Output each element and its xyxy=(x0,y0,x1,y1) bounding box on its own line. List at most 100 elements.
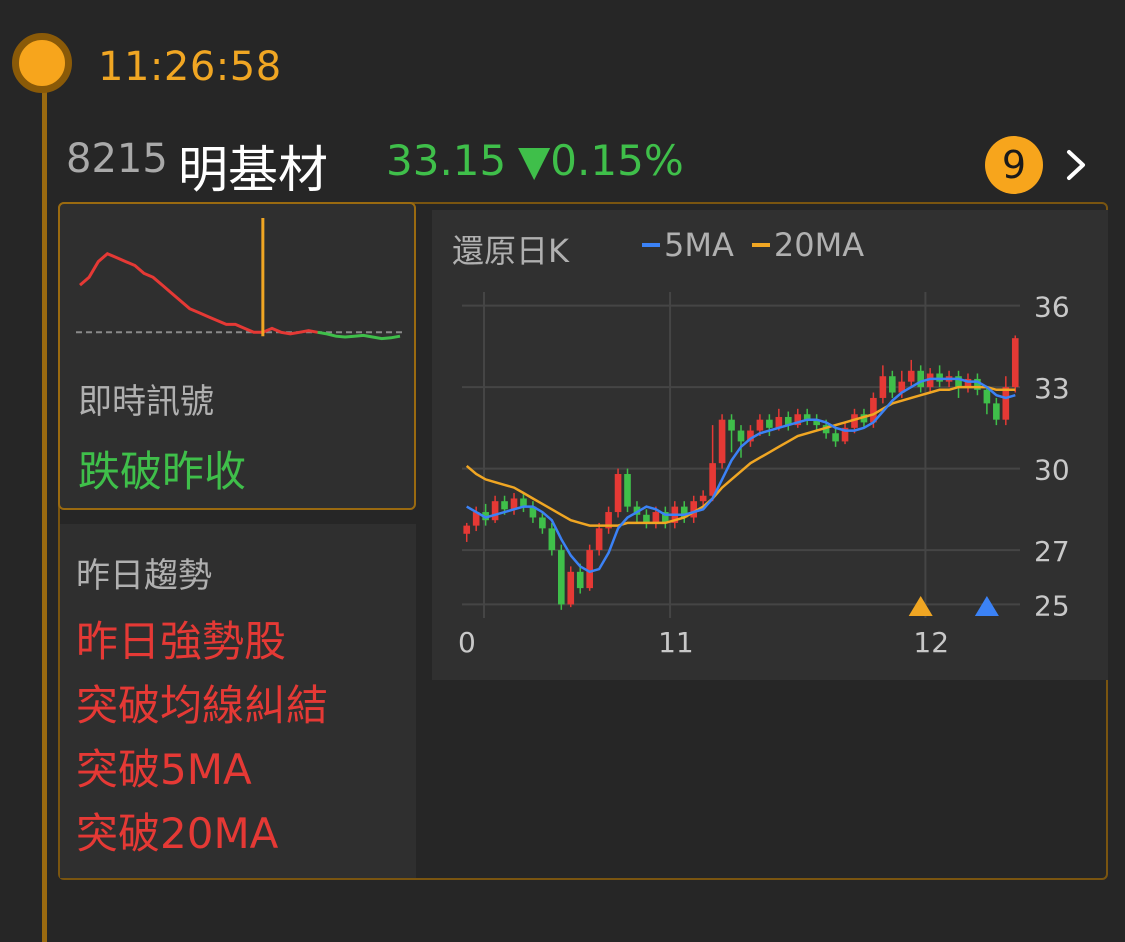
stock-header[interactable]: 8215 明基材 33.15 ▼0.15% 9 xyxy=(66,130,1095,199)
candle xyxy=(955,370,962,398)
candle xyxy=(803,408,811,426)
candle-body xyxy=(557,550,565,605)
candle-body xyxy=(907,370,915,382)
candle xyxy=(510,493,518,515)
candle-body xyxy=(539,517,546,529)
candle xyxy=(605,506,612,534)
realtime-signal-label: 即時訊號 xyxy=(78,382,214,422)
stock-code: 8215 xyxy=(66,136,168,182)
candle xyxy=(567,566,575,608)
candle xyxy=(614,468,622,518)
candle xyxy=(463,522,471,542)
candle-body xyxy=(501,501,508,510)
kline-title: 還原日K xyxy=(452,232,569,270)
candle-body xyxy=(624,474,631,507)
candle-body xyxy=(737,430,745,442)
candle xyxy=(964,373,972,393)
candle-body xyxy=(889,376,896,393)
candle xyxy=(889,370,896,398)
trend-item: 突破5MA xyxy=(76,745,252,794)
realtime-signal-box[interactable]: 即時訊號 跌破昨收 xyxy=(58,202,416,510)
candle xyxy=(643,509,650,529)
candle-body xyxy=(699,495,707,502)
candle xyxy=(917,365,925,393)
candle xyxy=(879,365,887,404)
trend-item: 昨日強勢股 xyxy=(76,617,287,666)
candle-body xyxy=(567,571,575,605)
candle-body xyxy=(936,373,943,382)
candle xyxy=(491,495,499,523)
candle-body xyxy=(709,463,716,496)
y-tick-label: 36 xyxy=(1034,291,1070,324)
trend-list: 昨日強勢股 突破均線糾結 突破5MA 突破20MA xyxy=(76,610,328,866)
signal-count-badge[interactable]: 9 xyxy=(985,136,1043,194)
candle-body xyxy=(1011,338,1019,388)
candle xyxy=(993,397,1000,426)
candle-body xyxy=(993,403,1000,420)
candle-body xyxy=(595,528,603,551)
legend-item-5ma: 5MA xyxy=(642,226,734,264)
timeline-dot xyxy=(12,33,72,93)
intraday-mini-chart xyxy=(76,218,406,341)
yesterday-trend-label: 昨日趨勢 xyxy=(76,556,212,596)
candle xyxy=(728,414,735,453)
candle-body xyxy=(917,370,925,388)
candle xyxy=(1002,376,1010,426)
candlestick-chart: 36 33 30 27 25 0 11 12 xyxy=(458,291,1070,659)
stock-name: 明基材 xyxy=(178,141,328,199)
candle xyxy=(841,422,849,445)
candle-body xyxy=(463,525,471,534)
stock-price: 33.15 xyxy=(386,136,507,185)
candle xyxy=(737,425,745,458)
candle-body xyxy=(756,419,764,431)
candle xyxy=(529,501,537,523)
candle-body xyxy=(879,376,887,398)
realtime-signal-value: 跌破昨收 xyxy=(78,447,247,496)
candle xyxy=(586,544,593,591)
y-tick-label: 27 xyxy=(1034,535,1070,568)
candle xyxy=(624,468,631,513)
candle xyxy=(520,493,527,513)
candle xyxy=(1011,335,1019,393)
x-tick-label: 11 xyxy=(658,626,694,659)
candle-body xyxy=(766,419,773,428)
y-tick-label: 25 xyxy=(1034,589,1070,622)
candle-body xyxy=(614,474,622,513)
candle xyxy=(813,414,820,431)
candle-body xyxy=(832,433,839,442)
candle xyxy=(936,365,943,388)
timeline-line xyxy=(42,66,47,942)
chart-legend: 5MA 20MA xyxy=(642,226,864,264)
candle-body xyxy=(718,419,726,464)
candle-body xyxy=(652,512,660,523)
candle xyxy=(709,425,716,502)
legend-label-5ma: 5MA xyxy=(664,226,734,264)
legend-item-20ma: 20MA xyxy=(751,226,865,264)
candle xyxy=(662,506,669,529)
chevron-right-icon[interactable] xyxy=(1057,146,1095,184)
y-tick-label: 33 xyxy=(1034,372,1070,405)
legend-label-20ma: 20MA xyxy=(773,226,865,264)
legend-swatch-20ma xyxy=(751,243,770,247)
trend-item: 突破20MA xyxy=(76,809,279,858)
candle xyxy=(680,501,688,523)
candle-body xyxy=(728,419,735,431)
candle xyxy=(557,544,565,610)
y-tick-label: 30 xyxy=(1034,454,1070,487)
alert-time: 11:26:58 xyxy=(98,44,282,90)
stock-change-percent: ▼0.15% xyxy=(518,136,684,185)
candle-body xyxy=(983,389,991,404)
candle xyxy=(766,414,773,436)
candle-body xyxy=(1002,387,1010,420)
candle xyxy=(794,408,802,428)
candle xyxy=(907,359,915,388)
daily-kline-panel[interactable]: 還原日K 5MA 20MA 36 33 30 27 25 0 11 12 xyxy=(432,210,1108,680)
candle xyxy=(784,411,792,431)
candle xyxy=(718,414,726,469)
signal-marker-triangle xyxy=(908,596,933,616)
candle xyxy=(983,387,991,415)
candle-body xyxy=(576,571,584,589)
x-tick-label: 0 xyxy=(458,626,476,659)
signal-marker-triangle xyxy=(974,596,999,616)
candle xyxy=(832,427,839,447)
